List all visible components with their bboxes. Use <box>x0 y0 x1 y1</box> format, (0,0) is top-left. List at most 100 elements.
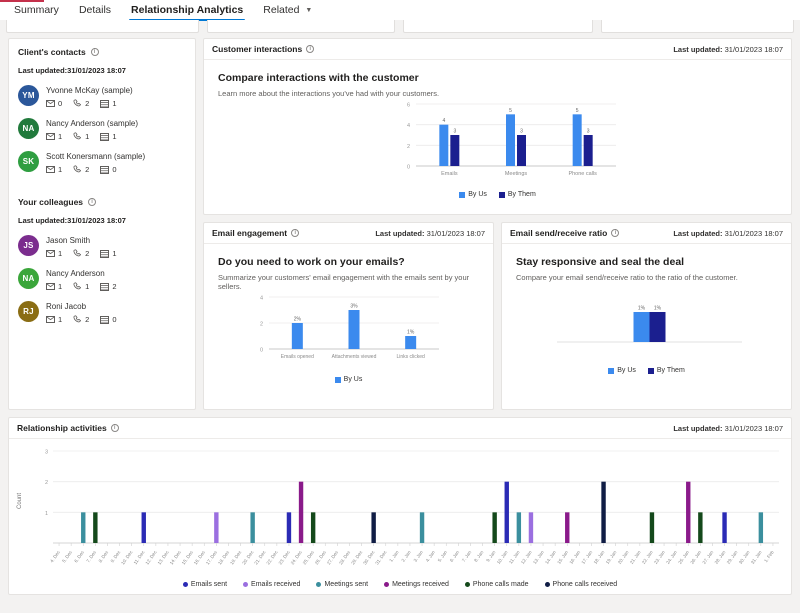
legend-label: By Them <box>508 191 536 198</box>
contact-row[interactable]: SKScott Konersmann (sample)120 <box>18 151 186 174</box>
legend-item[interactable]: Meetings received <box>384 581 449 588</box>
contact-name[interactable]: Nancy Anderson (sample) <box>46 119 138 128</box>
chart-text: 10. Dec <box>120 549 134 565</box>
bar[interactable] <box>450 135 459 166</box>
contact-row[interactable]: YMYvonne McKay (sample)021 <box>18 85 186 108</box>
bar[interactable] <box>573 114 582 166</box>
bar[interactable] <box>722 512 726 543</box>
bar[interactable] <box>650 312 666 342</box>
bar[interactable] <box>292 323 303 349</box>
info-icon[interactable]: i <box>91 48 99 56</box>
call-count: 1 <box>73 132 89 141</box>
email-ratio-updated: Last updated: 31/01/2023 18:07 <box>673 229 783 238</box>
legend-item[interactable]: By Them <box>499 191 536 198</box>
chart-text: 8. Dec <box>98 549 110 563</box>
bar[interactable] <box>405 336 416 349</box>
bar[interactable] <box>250 512 254 543</box>
bar[interactable] <box>299 482 303 543</box>
bar[interactable] <box>81 512 85 543</box>
contact-name[interactable]: Scott Konersmann (sample) <box>46 152 145 161</box>
bar[interactable] <box>529 512 533 543</box>
contact-name[interactable]: Roni Jacob <box>46 302 117 311</box>
bar[interactable] <box>650 512 654 543</box>
bar[interactable] <box>686 482 690 543</box>
tab-related-label: Related <box>263 4 299 16</box>
chart-text: 1 <box>45 511 48 517</box>
chart-text: 4 <box>442 118 445 124</box>
relationship-activities-plot[interactable]: Count1234. Dec5. Dec6. Dec7. Dec8. Dec9.… <box>9 439 791 581</box>
bar[interactable] <box>492 512 496 543</box>
bar[interactable] <box>759 512 763 543</box>
bar[interactable] <box>349 310 360 349</box>
bar[interactable] <box>565 512 569 543</box>
tab-summary[interactable]: Summary <box>4 0 69 20</box>
bar[interactable] <box>698 512 702 543</box>
bar[interactable] <box>506 114 515 166</box>
info-icon[interactable]: i <box>88 198 96 206</box>
contact-row[interactable]: NANancy Anderson112 <box>18 268 186 291</box>
bar[interactable] <box>142 512 146 543</box>
bar[interactable] <box>371 512 375 543</box>
tab-related[interactable]: Related ▼ <box>253 0 322 20</box>
email-ratio-chart[interactable]: 1%1% <box>502 282 791 367</box>
customer-interactions-chart[interactable]: 024643Emails53Meetings53Phone calls <box>204 98 791 191</box>
email-count: 1 <box>46 165 62 174</box>
legend-item[interactable]: Phone calls made <box>465 581 529 588</box>
email-engagement-heading: Do you need to work on your emails? <box>218 256 479 268</box>
legend-item[interactable]: By Them <box>648 367 685 374</box>
clients-last-updated: Last updated:31/01/2023 18:07 <box>18 66 186 75</box>
phone-icon <box>73 132 82 141</box>
info-icon[interactable]: i <box>611 229 619 237</box>
meeting-count: 0 <box>100 315 116 324</box>
legend-item[interactable]: By Us <box>335 376 363 383</box>
colleagues-title: Your colleagues i <box>18 197 186 207</box>
contact-name[interactable]: Yvonne McKay (sample) <box>46 86 133 95</box>
legend-item[interactable]: Meetings sent <box>316 581 368 588</box>
bar[interactable] <box>420 512 424 543</box>
email-engagement-updated: Last updated: 31/01/2023 18:07 <box>375 229 485 238</box>
chart-text: 23. Jan <box>653 549 666 565</box>
contact-row[interactable]: NANancy Anderson (sample)111 <box>18 118 186 141</box>
legend-label: Emails sent <box>191 581 227 588</box>
tab-details[interactable]: Details <box>69 0 121 20</box>
bar[interactable] <box>505 482 509 543</box>
contact-name[interactable]: Jason Smith <box>46 236 117 245</box>
phone-icon <box>73 99 82 108</box>
bar[interactable] <box>214 512 218 543</box>
email-engagement-subtext: Summarize your customers' email engageme… <box>218 273 479 291</box>
contact-info: Yvonne McKay (sample)021 <box>46 85 133 108</box>
mail-icon <box>46 133 55 140</box>
legend-item[interactable]: By Us <box>459 191 487 198</box>
email-engagement-chart[interactable]: 0242%Emails opened3%Attachments viewed1%… <box>204 291 493 376</box>
customer-interactions-updated: Last updated: 31/01/2023 18:07 <box>673 45 783 54</box>
chart-text: Emails <box>441 171 458 177</box>
bar[interactable] <box>584 135 593 166</box>
legend-item[interactable]: Emails received <box>243 581 300 588</box>
bar[interactable] <box>311 512 315 543</box>
bar[interactable] <box>634 312 650 342</box>
chart-text: 10. Jan <box>496 549 509 565</box>
contacts-body: Client's contacts i Last updated:31/01/2… <box>9 39 195 324</box>
contact-name[interactable]: Nancy Anderson <box>46 269 117 278</box>
chart-text: Phone calls <box>568 171 597 177</box>
chart-text: 26. Jan <box>689 549 702 565</box>
contact-row[interactable]: RJRoni Jacob120 <box>18 301 186 324</box>
info-icon[interactable]: i <box>111 424 119 432</box>
bar[interactable] <box>517 512 521 543</box>
legend-item[interactable]: By Us <box>608 367 636 374</box>
legend-item[interactable]: Emails sent <box>183 581 227 588</box>
contact-stats: 112 <box>46 282 117 291</box>
legend-dot <box>465 582 470 587</box>
bar[interactable] <box>93 512 97 543</box>
bar[interactable] <box>439 125 448 166</box>
bar[interactable] <box>601 482 605 543</box>
contact-row[interactable]: JSJason Smith121 <box>18 235 186 258</box>
bar[interactable] <box>517 135 526 166</box>
relationship-activities-title: Relationship activities i <box>17 423 119 433</box>
info-icon[interactable]: i <box>291 229 299 237</box>
info-icon[interactable]: i <box>306 45 314 53</box>
section-gap <box>18 184 186 197</box>
tab-relationship-analytics[interactable]: Relationship Analytics <box>121 0 253 20</box>
legend-item[interactable]: Phone calls received <box>545 581 618 588</box>
bar[interactable] <box>287 512 291 543</box>
